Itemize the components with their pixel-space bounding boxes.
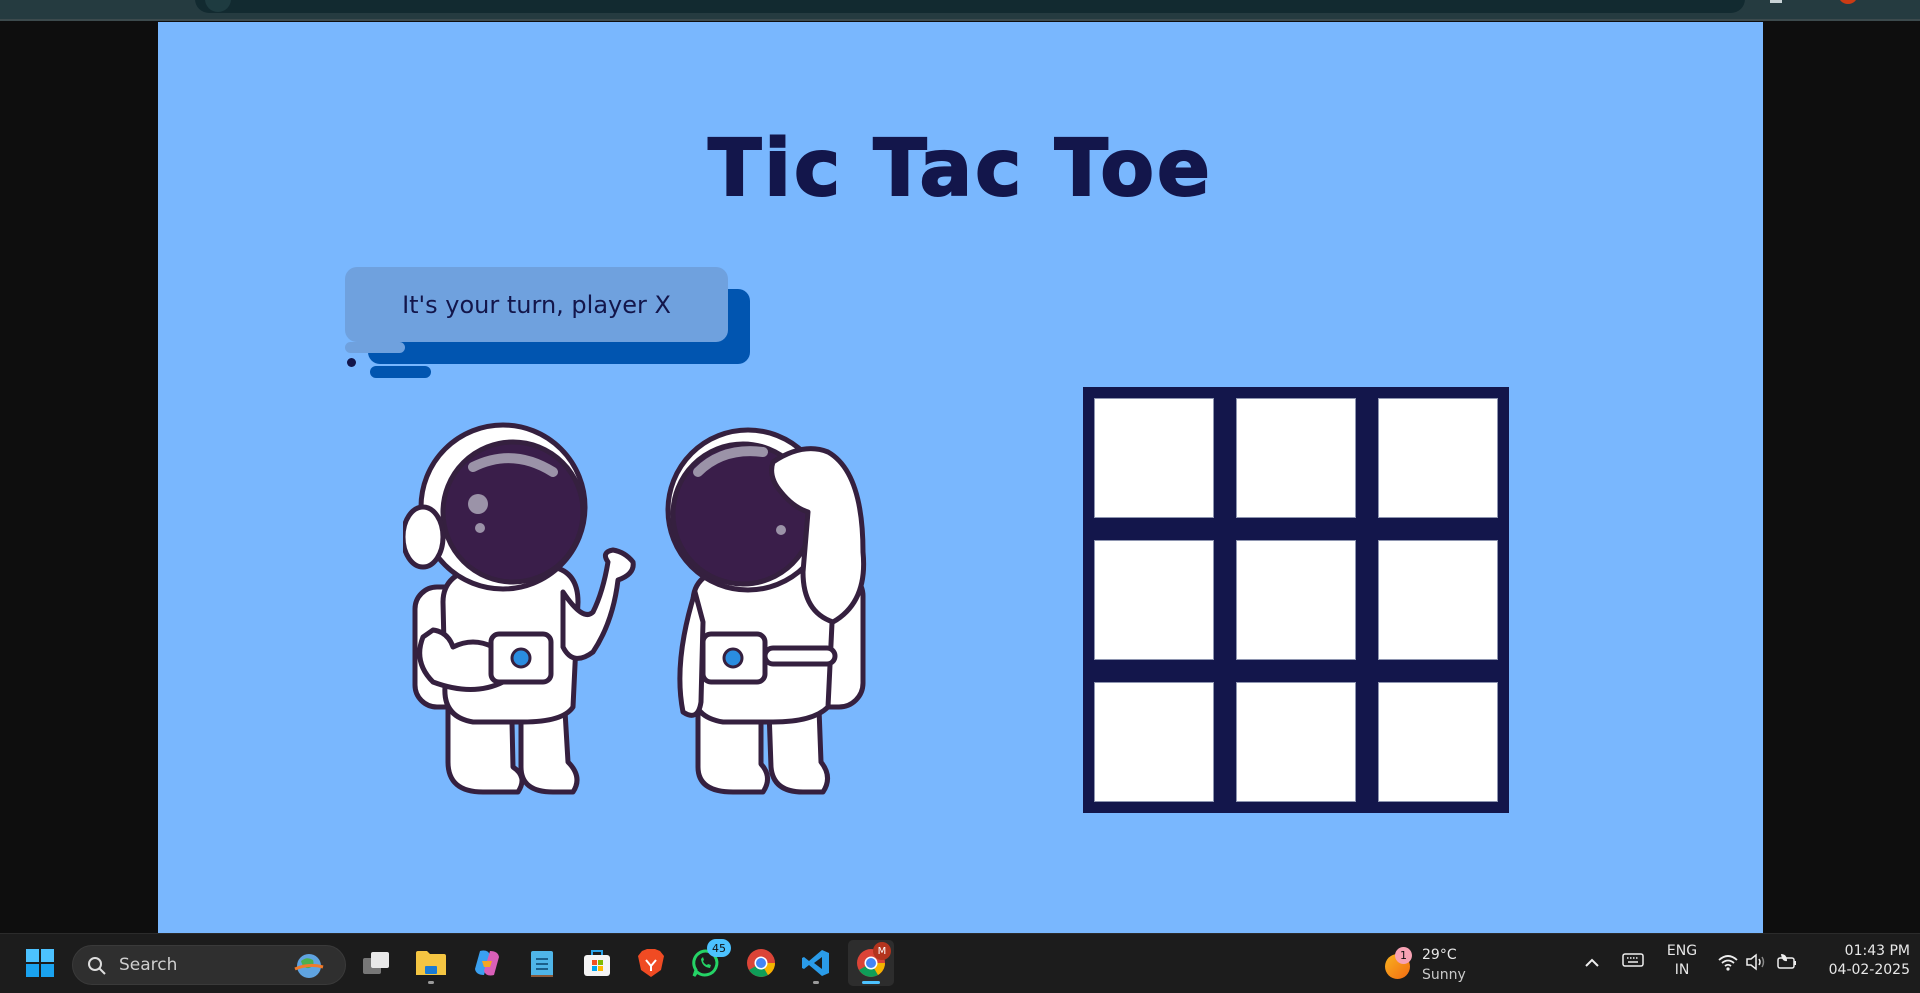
- game-board: [1083, 387, 1509, 813]
- running-indicator: [813, 981, 819, 984]
- taskbar-app-whatsapp[interactable]: 45: [683, 939, 731, 986]
- taskbar-search-input[interactable]: Search: [72, 945, 346, 985]
- weather-condition: Sunny: [1422, 967, 1466, 983]
- astronaut-pointing-illustration: [403, 422, 636, 795]
- copilot-icon: [475, 950, 499, 976]
- touch-keyboard-button[interactable]: [1622, 952, 1644, 972]
- search-placeholder: Search: [119, 955, 178, 975]
- chrome-icon: [747, 949, 775, 977]
- window-icon[interactable]: [1770, 0, 1782, 3]
- language-code: ENG: [1666, 943, 1698, 959]
- volume-icon: [1746, 953, 1765, 971]
- store-icon: [584, 950, 610, 976]
- task-view-icon: [363, 952, 389, 974]
- profile-badge: M: [873, 942, 891, 960]
- board-cell-6[interactable]: [1378, 540, 1498, 660]
- page-title: Tic Tac Toe: [707, 123, 1213, 215]
- bubble-decoration: [345, 342, 405, 353]
- clock[interactable]: 01:43 PM 04-02-2025: [1810, 942, 1910, 986]
- notification-badge: 45: [707, 939, 731, 957]
- vscode-icon: [802, 950, 829, 976]
- profile-avatar[interactable]: [1838, 0, 1858, 4]
- board-cell-2[interactable]: [1236, 398, 1356, 518]
- quick-settings-button[interactable]: [1715, 949, 1805, 977]
- board-cell-4[interactable]: [1094, 540, 1214, 660]
- turn-status-text: It's your turn, player X: [402, 290, 671, 319]
- clock-date: 04-02-2025: [1828, 962, 1910, 978]
- battery-charging-icon: [1777, 954, 1796, 969]
- board-cell-1[interactable]: [1094, 398, 1214, 518]
- taskbar-app-brave[interactable]: [628, 940, 674, 986]
- clock-time: 01:43 PM: [1844, 943, 1910, 959]
- language-indicator[interactable]: ENG IN: [1662, 942, 1702, 986]
- taskbar-app-file-explorer[interactable]: [408, 940, 454, 986]
- taskbar: Search 45 M 1 29°C Sunny ENG IN 01:43 PM…: [0, 933, 1920, 993]
- show-hidden-icons-button[interactable]: [1583, 954, 1601, 972]
- notepad-icon: [531, 951, 553, 977]
- board-cell-8[interactable]: [1236, 682, 1356, 802]
- board-cell-9[interactable]: [1378, 682, 1498, 802]
- folder-icon: [416, 951, 446, 975]
- astronaut-thinking-illustration: [665, 427, 867, 795]
- bubble-decoration: [370, 366, 431, 378]
- region-code: IN: [1674, 962, 1690, 978]
- speech-bubble: It's your turn, player X: [345, 267, 728, 342]
- browser-toolbar: [0, 0, 1920, 21]
- search-highlight-globe-icon: [294, 954, 324, 978]
- bubble-decoration-dot: [347, 358, 356, 367]
- weather-temperature: 29°C: [1422, 947, 1457, 963]
- game-page: Tic Tac Toe It's your turn, player X: [158, 22, 1763, 933]
- weather-badge: 1: [1395, 947, 1412, 964]
- task-view-button[interactable]: [353, 940, 399, 986]
- taskbar-app-vscode[interactable]: [793, 940, 839, 986]
- board-cell-7[interactable]: [1094, 682, 1214, 802]
- brave-icon: [638, 949, 664, 977]
- keyboard-icon: [1622, 953, 1644, 967]
- address-bar[interactable]: [195, 0, 1745, 13]
- taskbar-app-copilot[interactable]: [464, 940, 510, 986]
- running-indicator: [428, 981, 434, 984]
- taskbar-app-notepad[interactable]: [519, 940, 565, 986]
- wifi-icon: [1718, 955, 1738, 971]
- weather-widget[interactable]: 1 29°C Sunny: [1383, 942, 1503, 988]
- search-icon: [88, 957, 106, 975]
- board-cell-3[interactable]: [1378, 398, 1498, 518]
- board-cell-5[interactable]: [1236, 540, 1356, 660]
- chevron-up-icon: [1585, 958, 1599, 967]
- taskbar-app-chrome[interactable]: [738, 940, 784, 986]
- start-button[interactable]: [17, 940, 63, 986]
- taskbar-app-microsoft-store[interactable]: [574, 940, 620, 986]
- active-indicator: [862, 981, 880, 984]
- taskbar-app-chrome-profile[interactable]: M: [848, 940, 894, 986]
- windows-logo-icon: [26, 949, 54, 977]
